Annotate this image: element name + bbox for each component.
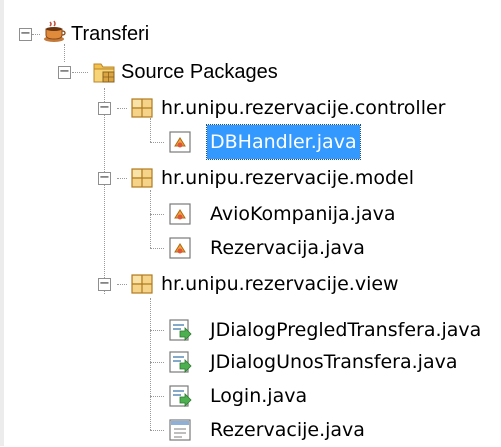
package-icon — [131, 98, 153, 118]
tree-line — [32, 34, 40, 35]
collapse-toggle[interactable]: − — [19, 27, 32, 41]
tree-line — [117, 108, 127, 109]
tree-line — [150, 142, 164, 143]
collapse-toggle[interactable]: − — [98, 171, 111, 185]
collapse-toggle[interactable]: − — [98, 277, 111, 291]
file-label: JDialogUnosTransfera.java — [210, 351, 458, 373]
tree-line — [64, 44, 65, 62]
project-label: Transferi — [71, 23, 150, 45]
tree-line — [150, 118, 151, 142]
tree-line — [72, 72, 88, 73]
file-label: Login.java — [210, 385, 308, 407]
tree-line — [150, 330, 164, 331]
collapse-toggle[interactable]: − — [58, 65, 71, 79]
tree-line — [150, 248, 164, 249]
package-icon — [131, 274, 153, 294]
java-form-icon — [169, 319, 192, 341]
java-file-icon — [169, 419, 191, 441]
java-form-icon — [169, 351, 192, 373]
tree-line — [150, 214, 164, 215]
source-folder-icon — [93, 63, 115, 83]
file-label: Rezervacija.java — [210, 237, 365, 259]
tree-line — [150, 362, 164, 363]
file-label: Rezervacije.java — [210, 419, 365, 441]
tree-line — [150, 396, 164, 397]
tree-line — [150, 430, 164, 431]
file-label: AvioKompanija.java — [210, 203, 396, 225]
package-label: hr.unipu.rezervacije.model — [161, 167, 414, 189]
file-label: JDialogPregledTransfera.java — [210, 319, 482, 341]
tree-line — [104, 88, 105, 294]
java-form-icon — [169, 385, 192, 407]
tree-line — [117, 178, 127, 179]
java-class-icon — [169, 237, 191, 259]
tree-line — [150, 190, 151, 248]
package-label: hr.unipu.rezervacije.controller — [161, 97, 446, 119]
tree-line — [150, 298, 151, 430]
source-packages-label: Source Packages — [121, 61, 278, 83]
java-class-icon — [169, 131, 191, 153]
file-label: DBHandler.java — [206, 124, 361, 160]
collapse-toggle[interactable]: − — [98, 101, 111, 115]
coffee-cup-icon — [44, 20, 66, 42]
tree-line — [117, 284, 127, 285]
package-icon — [131, 168, 153, 188]
java-class-icon — [169, 203, 191, 225]
panel-edge — [0, 0, 4, 446]
package-label: hr.unipu.rezervacije.view — [161, 273, 399, 295]
